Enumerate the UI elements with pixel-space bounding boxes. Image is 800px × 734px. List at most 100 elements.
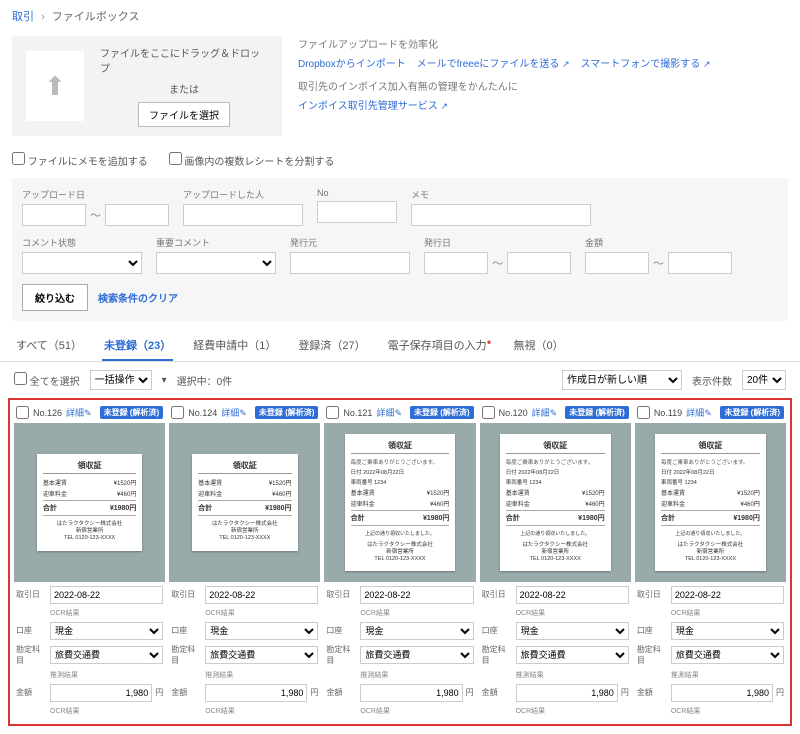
filter-amount-to[interactable] <box>668 252 732 274</box>
receipt-thumbnail[interactable]: 領収証 基本運賃¥1520円 迎車料金¥460円 合計¥1980円 はたラクタク… <box>169 423 320 582</box>
filter-amount-from[interactable] <box>585 252 649 274</box>
status-badge: 未登録 (解析済) <box>565 406 629 419</box>
breadcrumb-current: ファイルボックス <box>52 11 140 23</box>
external-icon: ↗ <box>440 101 448 111</box>
card-account-type[interactable]: 現金 <box>516 622 629 640</box>
receipt-card: No.121 詳細✎ 未登録 (解析済) 領収証 毎度ご乗車ありがとうございます… <box>324 404 475 720</box>
check-add-memo[interactable]: ファイルにメモを追加する <box>12 157 148 168</box>
card-select[interactable] <box>171 406 184 419</box>
card-date-input[interactable] <box>671 586 784 604</box>
link-smartphone[interactable]: スマートフォンで撮影する ↗ <box>581 59 711 70</box>
selection-count: 選択中：0件 <box>177 373 233 388</box>
card-select[interactable] <box>482 406 495 419</box>
bulk-action-select[interactable]: 一括操作 <box>90 370 152 390</box>
card-amount-input[interactable] <box>360 684 462 702</box>
filter-panel: アップロード日 〜 アップロードした人 No メモ コメント状態 重要コメント … <box>12 178 788 321</box>
filter-uploader[interactable] <box>183 204 303 226</box>
card-account-type[interactable]: 現金 <box>205 622 318 640</box>
receipt-card-grid: No.126 詳細✎ 未登録 (解析済) 領収証 基本運賃¥1520円 迎車料金… <box>8 398 792 726</box>
card-detail-link[interactable]: 詳細✎ <box>532 406 558 419</box>
sort-select[interactable]: 作成日が新しい順 <box>562 370 682 390</box>
tab-ignored[interactable]: 無視（0） <box>512 331 566 361</box>
status-badge: 未登録 (解析済) <box>255 406 319 419</box>
card-no: No.126 <box>33 408 62 418</box>
tab-expense[interactable]: 経費申請中（1） <box>191 331 278 361</box>
card-no: No.119 <box>654 408 682 418</box>
display-label: 表示件数 <box>692 373 732 388</box>
card-amount-input[interactable] <box>516 684 618 702</box>
tab-registered[interactable]: 登録済（27） <box>296 331 367 361</box>
tab-einput[interactable]: 電子保存項目の入力● <box>386 331 494 361</box>
card-account-type[interactable]: 現金 <box>671 622 784 640</box>
filter-memo[interactable] <box>411 204 591 226</box>
receipt-thumbnail[interactable]: 領収証 基本運賃¥1520円 迎車料金¥460円 合計¥1980円 はたラクタク… <box>14 423 165 582</box>
card-account-type[interactable]: 現金 <box>360 622 473 640</box>
select-all[interactable]: 全てを選択 <box>14 372 80 388</box>
edit-icon: ✎ <box>394 408 402 418</box>
status-badge: 未登録 (解析済) <box>100 406 164 419</box>
card-date-input[interactable] <box>50 586 163 604</box>
external-icon: ↗ <box>562 59 570 69</box>
receipt-thumbnail[interactable]: 領収証 毎度ご乗車ありがとうございます。日付 2022年08月22日車両番号 1… <box>635 423 786 582</box>
card-select[interactable] <box>637 406 650 419</box>
per-page-select[interactable]: 20件 <box>742 370 786 390</box>
external-icon: ↗ <box>703 59 711 69</box>
card-account-item[interactable]: 旅費交通費 <box>205 646 318 664</box>
card-account-type[interactable]: 現金 <box>50 622 163 640</box>
link-mail[interactable]: メールでfreeeにファイルを送る ↗ <box>417 59 570 70</box>
check-split-receipts[interactable]: 画像内の複数レシートを分割する <box>169 157 335 168</box>
receipt-card: No.119 詳細✎ 未登録 (解析済) 領収証 毎度ご乗車ありがとうございます… <box>635 404 786 720</box>
filter-apply-button[interactable]: 絞り込む <box>22 284 88 311</box>
receipt-card: No.126 詳細✎ 未登録 (解析済) 領収証 基本運賃¥1520円 迎車料金… <box>14 404 165 720</box>
card-date-input[interactable] <box>360 586 473 604</box>
link-invoice-service[interactable]: インボイス取引先管理サービス ↗ <box>298 101 448 112</box>
links-heading-1: ファイルアップロードを効率化 <box>298 36 719 55</box>
status-badge: 未登録 (解析済) <box>410 406 474 419</box>
upload-dropzone[interactable]: ⬆ ファイルをここにドラッグ＆ドロップ または ファイルを選択 <box>12 36 282 136</box>
tab-unregistered[interactable]: 未登録（23） <box>102 331 173 361</box>
receipt-thumbnail[interactable]: 領収証 毎度ご乗車ありがとうございます。日付 2022年08月22日車両番号 1… <box>480 423 631 582</box>
card-amount-input[interactable] <box>50 684 152 702</box>
filter-no[interactable] <box>317 201 397 223</box>
breadcrumb-root[interactable]: 取引 <box>12 11 34 23</box>
dropzone-or: または <box>169 81 199 96</box>
status-badge: 未登録 (解析済) <box>720 406 784 419</box>
tab-all[interactable]: すべて（51） <box>14 331 84 361</box>
filter-upload-from[interactable] <box>22 204 86 226</box>
receipt-thumbnail[interactable]: 領収証 毎度ご乗車ありがとうございます。日付 2022年08月22日車両番号 1… <box>324 423 475 582</box>
card-account-item[interactable]: 旅費交通費 <box>50 646 163 664</box>
filter-issued-from[interactable] <box>424 252 488 274</box>
receipt-card: No.120 詳細✎ 未登録 (解析済) 領収証 毎度ご乗車ありがとうございます… <box>480 404 631 720</box>
card-detail-link[interactable]: 詳細✎ <box>376 406 402 419</box>
filter-clear-button[interactable]: 検索条件のクリア <box>98 284 178 311</box>
card-account-item[interactable]: 旅費交通費 <box>360 646 473 664</box>
edit-icon: ✎ <box>704 408 712 418</box>
card-date-input[interactable] <box>516 586 629 604</box>
card-date-input[interactable] <box>205 586 318 604</box>
link-dropbox[interactable]: Dropboxからインポート <box>298 59 406 70</box>
card-detail-link[interactable]: 詳細✎ <box>221 406 247 419</box>
edit-icon: ✎ <box>239 408 247 418</box>
card-select[interactable] <box>326 406 339 419</box>
links-heading-2: 取引先のインボイス加入有無の管理をかんたんに <box>298 78 719 97</box>
card-account-item[interactable]: 旅費交通費 <box>671 646 784 664</box>
filter-issued-to[interactable] <box>507 252 571 274</box>
chevron-right-icon: › <box>41 11 45 23</box>
card-no: No.121 <box>343 408 372 418</box>
card-account-item[interactable]: 旅費交通費 <box>516 646 629 664</box>
card-no: No.124 <box>188 408 217 418</box>
card-select[interactable] <box>16 406 29 419</box>
receipt-card: No.124 詳細✎ 未登録 (解析済) 領収証 基本運賃¥1520円 迎車料金… <box>169 404 320 720</box>
filter-comment-status[interactable] <box>22 252 142 274</box>
edit-icon: ✎ <box>84 408 92 418</box>
filter-issuer[interactable] <box>290 252 410 274</box>
edit-icon: ✎ <box>550 408 558 418</box>
filter-upload-to[interactable] <box>105 204 169 226</box>
card-detail-link[interactable]: 詳細✎ <box>686 406 712 419</box>
filter-important[interactable] <box>156 252 276 274</box>
card-amount-input[interactable] <box>205 684 307 702</box>
file-select-button[interactable]: ファイルを選択 <box>138 102 230 127</box>
breadcrumb: 取引 › ファイルボックス <box>0 0 800 32</box>
card-amount-input[interactable] <box>671 684 773 702</box>
card-detail-link[interactable]: 詳細✎ <box>66 406 92 419</box>
